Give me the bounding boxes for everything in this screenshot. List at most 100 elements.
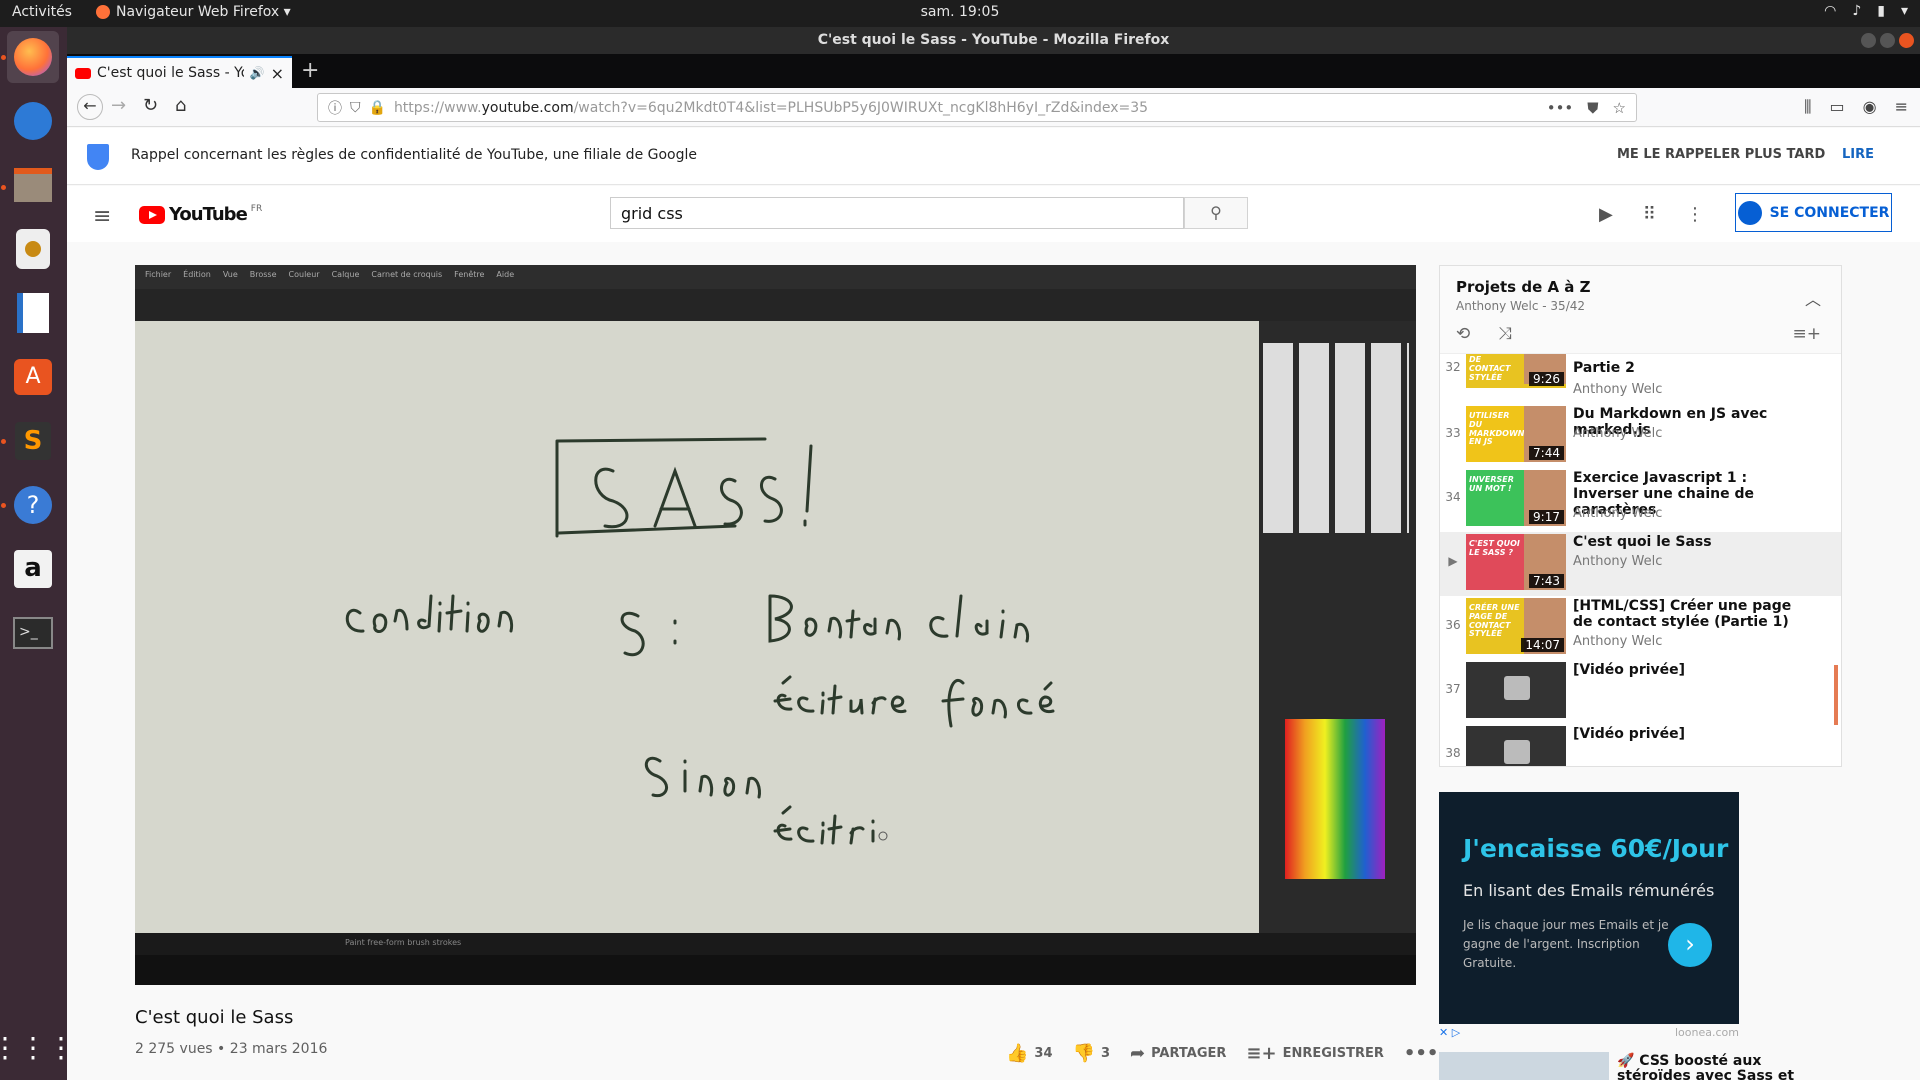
audio-playing-icon[interactable]: 🔊	[250, 66, 265, 80]
thunderbird-icon[interactable]	[7, 95, 59, 147]
video-thumbnail[interactable]: DE CONTACT STYLÉE 9:26	[1466, 354, 1566, 388]
new-tab-button[interactable]: +	[301, 58, 319, 83]
running-indicator	[1, 185, 6, 190]
clock[interactable]: sam. 19:05	[0, 4, 1920, 20]
like-button[interactable]: 👍 34	[1006, 1043, 1053, 1064]
volume-icon: ♪	[1852, 3, 1862, 19]
search-input[interactable]: grid css	[610, 197, 1184, 229]
library-icon[interactable]: ⫼	[1804, 97, 1811, 117]
list-item[interactable]: 37 [Vidéo privée]	[1440, 660, 1841, 724]
video-thumbnail[interactable]: CRÉER UNE PAGE DE CONTACT STYLÉE 14:07	[1466, 598, 1566, 654]
rhythmbox-icon[interactable]	[7, 223, 59, 275]
bookmark-star-icon[interactable]: ☆	[1613, 99, 1626, 117]
search-button[interactable]: ⚲	[1184, 197, 1248, 229]
firefox-icon[interactable]	[7, 31, 59, 83]
menu-item: Fichier	[145, 270, 172, 279]
lock-icon[interactable]: 🔒	[369, 100, 386, 116]
item-number: 33	[1445, 426, 1461, 440]
list-item[interactable]: 38 [Vidéo privée]	[1440, 724, 1841, 766]
account-icon[interactable]: ◉	[1863, 97, 1877, 117]
create-video-icon[interactable]: ▶	[1599, 204, 1613, 225]
sublime-text-icon[interactable]: S	[7, 415, 59, 467]
item-title[interactable]: C'est quoi le Sass	[1573, 534, 1813, 550]
ad-source[interactable]: loonea.com	[1675, 1026, 1739, 1039]
page-actions-icon[interactable]: •••	[1547, 99, 1574, 117]
view-count: 2 275 vues	[135, 1041, 213, 1057]
list-item[interactable]: 36 CRÉER UNE PAGE DE CONTACT STYLÉE 14:0…	[1440, 596, 1841, 660]
loop-icon[interactable]: ⟲	[1456, 324, 1470, 344]
dislike-button[interactable]: 👎 3	[1073, 1043, 1110, 1064]
item-title[interactable]: [Vidéo privée]	[1573, 726, 1813, 742]
list-item[interactable]: 32 DE CONTACT STYLÉE 9:26 Partie 2 Antho…	[1440, 354, 1841, 397]
item-title[interactable]: [Vidéo privée]	[1573, 662, 1813, 678]
list-item-current[interactable]: ▶ C'EST QUOI LE SASS ? 7:43 C'est quoi l…	[1440, 532, 1841, 596]
item-title[interactable]: [HTML/CSS] Créer une page de contact sty…	[1573, 598, 1813, 630]
amazon-icon[interactable]: a	[7, 543, 59, 595]
menu-item: Vue	[222, 270, 238, 279]
item-title[interactable]: Partie 2	[1573, 360, 1813, 376]
thumbs-up-icon: 👍	[1006, 1043, 1029, 1064]
collapse-icon[interactable]: ︿	[1805, 286, 1821, 310]
info-icon[interactable]: ⓘ	[328, 98, 342, 118]
now-playing-icon: ▶	[1448, 554, 1458, 568]
url-bar[interactable]: ⓘ ⛉ 🔒 https://www.youtube.com/watch?v=6q…	[317, 93, 1637, 122]
reload-icon[interactable]: ↻	[143, 95, 158, 116]
duration-badge: 7:43	[1529, 574, 1564, 588]
tab-close-icon[interactable]: ×	[271, 64, 284, 83]
private-video-icon	[1504, 740, 1530, 764]
advertisement[interactable]: J'encaisse 60€/Jour En lisant des Emails…	[1439, 792, 1739, 1024]
adchoices-icon[interactable]: ▷	[1452, 1026, 1460, 1039]
video-player[interactable]: Fichier Édition Vue Brosse Couleur Calqu…	[135, 265, 1416, 985]
writer-icon[interactable]	[7, 287, 59, 339]
tracking-shield-icon[interactable]: ⛉	[350, 100, 361, 116]
url-text[interactable]: https://www.youtube.com/watch?v=6qu2Mkdt…	[394, 100, 1148, 116]
video-thumbnail[interactable]: INVERSER UN MOT ! 9:17	[1466, 470, 1566, 526]
playlist-subtitle: Anthony Welc - 35/42	[1456, 299, 1586, 313]
terminal-icon[interactable]: >_	[7, 607, 59, 659]
more-actions-icon[interactable]: •••	[1404, 1043, 1439, 1064]
save-button[interactable]: ≡+ ENREGISTRER	[1246, 1043, 1383, 1064]
list-item[interactable]: 34 INVERSER UN MOT ! 9:17 Exercice Javas…	[1440, 468, 1841, 532]
playlist-title[interactable]: Projets de A à Z	[1456, 278, 1591, 296]
private-video-thumbnail[interactable]	[1466, 662, 1566, 718]
window-controls[interactable]	[1861, 33, 1914, 48]
close-icon[interactable]	[1899, 33, 1914, 48]
pocket-icon[interactable]: ⛊	[1587, 99, 1598, 117]
settings-dots-icon[interactable]: ⋮	[1686, 204, 1704, 225]
apps-grid-icon[interactable]: ⠿	[1643, 204, 1656, 225]
recommended-thumbnail[interactable]	[1439, 1052, 1609, 1080]
home-icon[interactable]: ⌂	[175, 95, 186, 116]
tab-youtube[interactable]: C'est quoi le Sass - You 🔊 ×	[67, 56, 292, 88]
back-icon[interactable]: ←	[77, 94, 103, 120]
sign-in-button[interactable]: SE CONNECTER	[1735, 193, 1892, 232]
minimize-icon[interactable]	[1861, 33, 1876, 48]
video-thumbnail[interactable]: C'EST QUOI LE SASS ? 7:43	[1466, 534, 1566, 590]
list-item[interactable]: 33 UTILISER DU MARKDOWN EN JS 7:44 Du Ma…	[1440, 404, 1841, 468]
brush-palette	[1263, 343, 1409, 533]
read-button[interactable]: LIRE	[1842, 147, 1874, 162]
remind-later-button[interactable]: ME LE RAPPELER PLUS TARD	[1617, 147, 1825, 162]
recommended-title[interactable]: 🚀 CSS boosté aux stéroïdes avec Sass et …	[1617, 1054, 1827, 1080]
help-icon[interactable]: ?	[7, 479, 59, 531]
ad-arrow-button[interactable]: ›	[1668, 923, 1712, 967]
system-tray[interactable]: ◠ ♪ ▮ ▾	[1824, 3, 1908, 19]
maximize-icon[interactable]	[1880, 33, 1895, 48]
item-number: 37	[1445, 682, 1461, 696]
shuffle-icon[interactable]: ⤨	[1498, 324, 1512, 344]
share-button[interactable]: ➦ PARTAGER	[1130, 1043, 1226, 1064]
youtube-logo[interactable]: YouTube FR	[139, 204, 262, 225]
menu-icon[interactable]: ≡	[1895, 97, 1908, 117]
ad-close-icon[interactable]: ✕	[1439, 1026, 1448, 1039]
sidebar-icon[interactable]: ▭	[1830, 97, 1845, 117]
guide-menu-icon[interactable]: ≡	[93, 204, 111, 229]
playlist-scrollbar[interactable]	[1834, 665, 1838, 725]
save-playlist-icon[interactable]: ≡+	[1793, 324, 1822, 344]
files-icon[interactable]	[7, 159, 59, 211]
private-video-thumbnail[interactable]	[1466, 726, 1566, 766]
app-grid-icon[interactable]: ⋮⋮⋮	[0, 1021, 75, 1073]
video-thumbnail[interactable]: UTILISER DU MARKDOWN EN JS 7:44	[1466, 406, 1566, 462]
forward-icon[interactable]: →	[111, 95, 126, 116]
software-center-icon[interactable]: A	[7, 351, 59, 403]
mypaint-menubar: Fichier Édition Vue Brosse Couleur Calqu…	[135, 265, 1416, 289]
windows-taskbar	[135, 955, 1416, 985]
